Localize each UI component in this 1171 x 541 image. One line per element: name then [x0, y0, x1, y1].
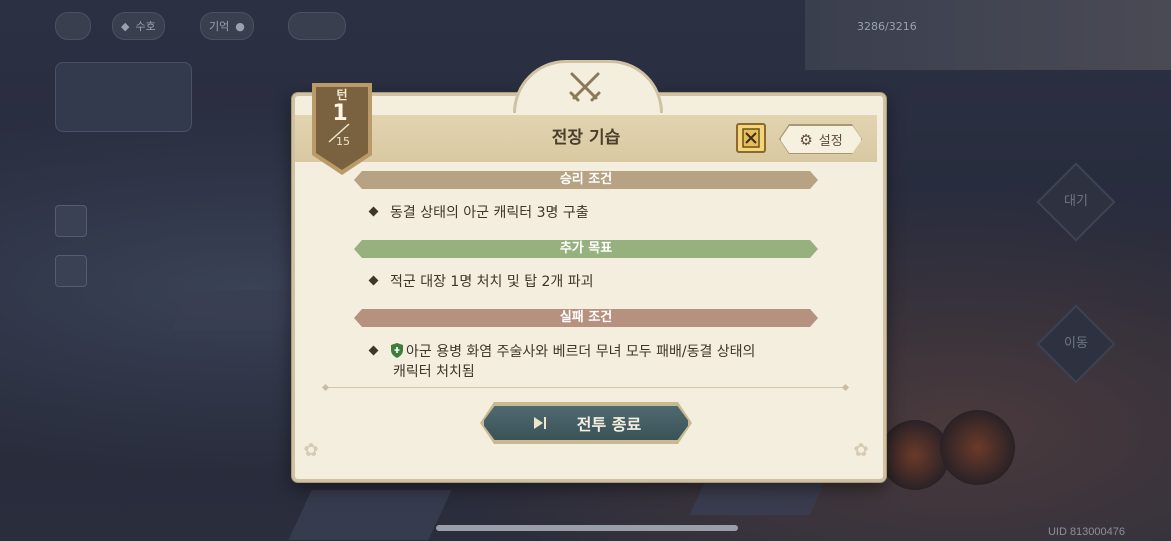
end-battle-label: 전투 종료 — [576, 415, 642, 434]
user-id: UID 813000476 — [1047, 526, 1125, 538]
bonus-objective-item: 적군 대장 1명 처치 및 탑 2개 파괴 — [368, 272, 594, 293]
map-button[interactable] — [55, 255, 87, 287]
enemy-unit — [880, 420, 950, 490]
gear-icon: ⚙ — [799, 130, 813, 149]
settings-button[interactable]: ⚙ 설정 — [780, 125, 862, 154]
map-tile — [288, 490, 452, 540]
hud-chip-label: 기억 — [209, 20, 230, 33]
hud-memory-chip[interactable]: 기억 ● — [200, 12, 254, 40]
victory-condition-text: 동결 상태의 아군 캐릭터 3명 구출 — [390, 205, 589, 221]
book-button[interactable] — [736, 123, 766, 153]
shield-icon — [391, 343, 403, 358]
map-tile — [170, 290, 300, 330]
hp-readout: 3286/3216 — [857, 20, 917, 33]
skill-panel[interactable] — [55, 62, 192, 132]
victory-condition-header: 승리 조건 — [354, 171, 818, 189]
hud-chip-label: 수호 — [135, 20, 156, 33]
wait-label: 대기 — [1064, 194, 1088, 209]
coin-icon: ● — [235, 19, 245, 33]
home-indicator[interactable] — [436, 525, 738, 531]
bullet-icon — [368, 206, 379, 217]
hud-guard-chip[interactable]: ◆ 수호 — [112, 12, 165, 40]
character-status-panel[interactable]: 3286/3216 — [805, 0, 1171, 70]
alert-button[interactable] — [55, 205, 87, 237]
bonus-objective-header: 추가 목표 — [354, 240, 818, 258]
enemy-unit — [940, 410, 1015, 485]
defeat-condition-item: 아군 용병 화염 주술사와 베르더 무녀 모두 패배/동결 상태의 — [368, 342, 756, 363]
defeat-condition-item-continued: 캐릭터 처치됨 — [393, 362, 475, 383]
defeat-condition-header: 실패 조건 — [354, 309, 818, 327]
dialog-divider — [325, 387, 847, 388]
corner-ornament-icon: ✿ — [303, 440, 319, 461]
hud-menu-chip[interactable] — [55, 12, 91, 40]
bonus-objective-text: 적군 대장 1명 처치 및 탑 2개 파괴 — [390, 274, 594, 290]
guard-icon: ◆ — [121, 19, 130, 33]
bullet-icon — [368, 275, 379, 286]
defeat-condition-text-line2: 캐릭터 처치됨 — [393, 364, 475, 380]
end-battle-button[interactable]: 전투 종료 — [482, 404, 690, 442]
corner-ornament-icon: ✿ — [853, 440, 869, 461]
settings-label: 설정 — [818, 134, 843, 149]
victory-condition-item: 동결 상태의 아군 캐릭터 3명 구출 — [368, 203, 589, 224]
play-arrow-icon — [531, 415, 547, 431]
hud-extra-chip[interactable] — [288, 12, 346, 40]
book-icon — [742, 128, 760, 148]
bullet-icon — [368, 345, 379, 356]
move-label: 이동 — [1064, 336, 1088, 351]
turn-total: 15 — [336, 135, 350, 148]
crossed-swords-icon — [569, 72, 601, 102]
defeat-condition-text-line1: 아군 용병 화염 주술사와 베르더 무녀 모두 패배/동결 상태의 — [406, 344, 756, 360]
